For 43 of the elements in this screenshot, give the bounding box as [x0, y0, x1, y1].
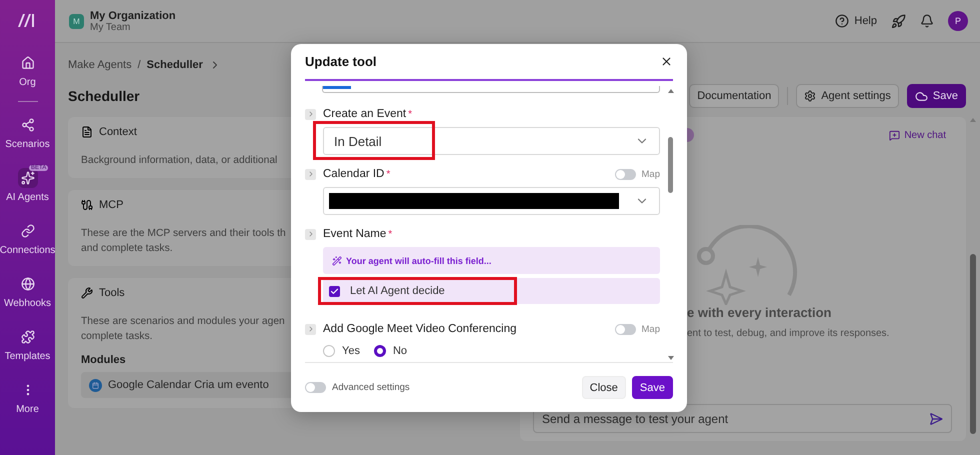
sidebar-item[interactable]: Templates [0, 318, 55, 371]
map-label: Map [642, 168, 660, 180]
team-name: My Team [90, 22, 132, 32]
advanced-settings-label: Advanced settings [332, 382, 410, 393]
close-button[interactable]: Close [582, 376, 626, 399]
auto-fill-notice: Your agent will auto-fill this field... [323, 247, 660, 274]
map-label: Map [642, 324, 660, 334]
org-name[interactable]: My Organization [90, 10, 176, 22]
org-avatar: M [69, 14, 84, 28]
documentation-button[interactable]: Documentation [689, 84, 780, 108]
dialog-title: Update tool [305, 54, 376, 69]
save-button[interactable]: Save [906, 84, 966, 108]
new-chat-button[interactable]: New chat [889, 130, 952, 140]
sidebar-item[interactable]: Webhooks [0, 265, 55, 318]
sidebar-item[interactable]: Scenarios [0, 106, 55, 159]
section-description: These are scenarios and modules your agen complete tasks. [81, 315, 285, 344]
checkbox-label: Let AI Agent decide [350, 285, 445, 297]
radio-option[interactable]: Yes [323, 345, 360, 357]
section-description: Background information, data, or additional [81, 154, 278, 168]
help-button[interactable]: Help [835, 14, 877, 28]
user-avatar[interactable]: P [948, 11, 968, 31]
sidebar-item[interactable]: More [0, 371, 55, 424]
section-title: MCP [99, 199, 124, 211]
empty-state-title: e with every interaction [687, 305, 832, 320]
field-label: Calendar ID * [323, 168, 390, 180]
field-label: Event Name * [323, 228, 392, 240]
sidebar-item[interactable]: Connections [0, 212, 55, 265]
breadcrumb-separator: / [138, 59, 141, 71]
save-button[interactable]: Save [632, 376, 673, 399]
section-subheading: Modules [81, 354, 126, 366]
section-description: These are the MCP servers and their tools th and complete tasks. [81, 227, 286, 256]
empty-state-subtitle: ent to test, debug, and improve its responses. [687, 328, 890, 339]
section-title: Tools [99, 287, 125, 299]
field-label: Create an Event * [323, 108, 412, 120]
field-label: Add Google Meet Video Conferencing [323, 323, 517, 335]
page-title: Scheduller [68, 88, 140, 104]
select-field[interactable]: In Detail [323, 127, 660, 155]
radio-option[interactable]: No [374, 345, 408, 357]
section-title: Context [99, 126, 137, 138]
breadcrumb-current[interactable]: Scheduller [146, 59, 203, 71]
breadcrumb-link[interactable]: Make Agents [68, 59, 132, 71]
sidebar-item[interactable]: Org [0, 44, 55, 97]
settings-button[interactable]: Agent settings [796, 84, 899, 108]
